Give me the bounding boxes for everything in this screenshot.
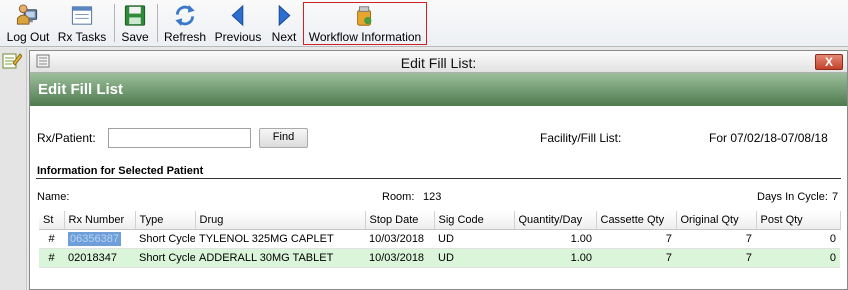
cell-post-qty: 0 [756,229,840,249]
cell-quantity-day: 1.00 [514,229,596,249]
save-button[interactable]: Save [119,2,151,44]
previous-arrow-icon [231,4,244,27]
window-titlebar: Edit Fill List: X [30,51,847,73]
section-title: Information for Selected Patient [37,165,204,177]
window-close-button[interactable]: X [815,54,843,70]
column-header-sig-code[interactable]: Sig Code [434,211,515,230]
room-value: 123 [423,191,442,203]
left-side-strip [0,48,27,290]
save-label: Save [121,30,149,44]
edit-notes-icon[interactable] [2,51,22,69]
table-row[interactable]: # 02018347 Short Cycle ADDERALL 30MG TAB… [39,248,840,268]
selected-rx-number[interactable]: 06356387 [68,231,121,246]
cell-post-qty: 0 [756,248,840,268]
page-banner: Edit Fill List [30,73,847,106]
column-header-post-qty[interactable]: Post Qty [756,211,841,230]
next-arrow-icon [278,4,291,27]
cell-quantity-day: 1.00 [514,248,596,268]
column-header-type[interactable]: Type [135,211,196,230]
refresh-label: Refresh [163,30,207,44]
toolbar-separator [157,4,158,42]
cell-stop-date: 10/03/2018 [365,248,434,268]
logout-icon [16,4,38,25]
cell-type: Short Cycle [135,248,195,268]
rx-tasks-button[interactable]: Rx Tasks [58,2,106,44]
column-header-cassette-qty[interactable]: Cassette Qty [596,211,677,230]
next-label: Next [271,30,297,44]
refresh-icon [175,4,195,27]
section-divider [36,178,841,179]
column-header-rx-number[interactable]: Rx Number [64,211,136,230]
column-header-stop-date[interactable]: Stop Date [365,211,435,230]
cell-type: Short Cycle [135,229,195,249]
close-icon: X [824,55,833,69]
next-button[interactable]: Next [269,2,299,44]
cell-cassette-qty: 7 [596,248,676,268]
toolbar-separator [114,4,115,42]
cell-original-qty: 7 [676,229,756,249]
refresh-button[interactable]: Refresh [162,2,208,44]
cell-rx-number[interactable]: 06356387 [64,229,135,249]
facility-fill-list-label: Facility/Fill List: [540,131,622,145]
days-in-cycle-value: 7 [832,191,839,203]
cell-st: # [39,229,64,249]
rx-patient-label: Rx/Patient: [37,131,96,145]
column-header-drug[interactable]: Drug [195,211,366,230]
cell-drug: ADDERALL 30MG TABLET [195,248,365,268]
patient-name-label: Name: [37,191,70,203]
save-icon [124,5,146,26]
cell-original-qty: 7 [676,248,756,268]
find-button[interactable]: Find [259,128,308,148]
window-title: Edit Fill List: [400,55,477,71]
workflow-information-label: Workflow Information [308,30,422,44]
logout-label: Log Out [6,30,50,44]
column-header-quantity-day[interactable]: Quantity/Day [514,211,597,230]
workflow-information-icon [357,6,372,26]
cell-drug: TYLENOL 325MG CAPLET [195,229,365,249]
banner-title: Edit Fill List [38,81,123,98]
table-header-row: St Rx Number Type Drug Stop Date Sig Cod… [39,211,841,230]
cell-sig-code: UD [434,248,514,268]
column-header-original-qty[interactable]: Original Qty [676,211,757,230]
room-label: Room: [382,191,415,203]
cell-sig-code: UD [434,229,514,249]
cell-st: # [39,248,64,268]
days-in-cycle-label: Days In Cycle: [757,191,828,203]
rx-patient-input[interactable] [108,128,251,148]
logout-button[interactable]: Log Out [4,2,52,44]
previous-label: Previous [214,30,262,44]
previous-button[interactable]: Previous [213,2,263,44]
rx-tasks-icon [71,6,93,25]
table-row[interactable]: # 06356387 Short Cycle TYLENOL 325MG CAP… [39,229,840,249]
workflow-information-button[interactable]: Workflow Information [303,2,427,45]
cell-rx-number: 02018347 [64,248,135,268]
main-toolbar: Log Out Rx Tasks Save Refresh Previous N… [0,0,848,47]
cell-stop-date: 10/03/2018 [365,229,434,249]
cell-cassette-qty: 7 [596,229,676,249]
rx-tasks-label: Rx Tasks [57,30,107,44]
date-range: For 07/02/18-07/08/18 [709,131,828,145]
column-header-st[interactable]: St [39,211,65,230]
fill-list-table: St Rx Number Type Drug Stop Date Sig Cod… [39,211,841,268]
